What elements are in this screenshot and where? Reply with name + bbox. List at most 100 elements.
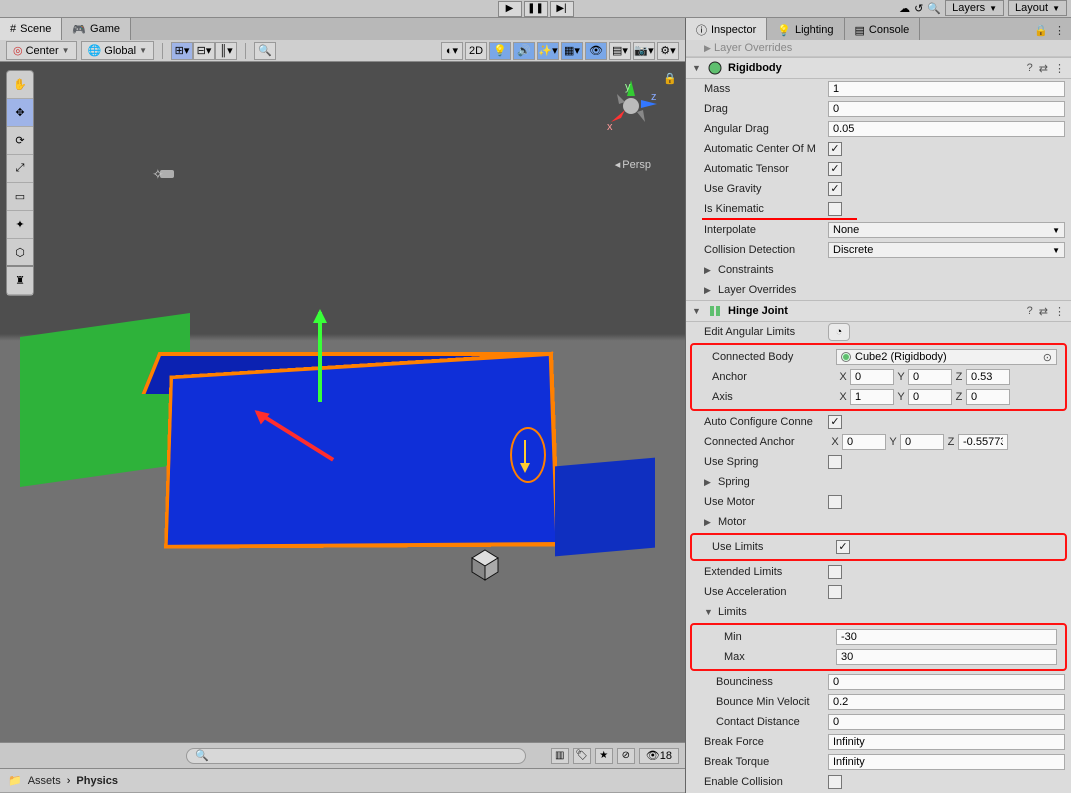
rect-tool[interactable]: ▭ [7,183,33,211]
anchor-y[interactable] [908,369,952,385]
status-btn-1[interactable]: ▥ [551,748,569,764]
fx-toggle[interactable]: ✨▾ [537,42,559,60]
scene-view[interactable]: ✋ ✥ ⟳ ⤢ ▭ ✦ ⬡ ♜ 🔒 y z x ◂ Persp ✧ [0,62,685,742]
kebab-icon[interactable]: ⋮ [1054,24,1065,37]
layout-dropdown[interactable]: Layout ▼ [1008,0,1067,16]
break-torque-field[interactable] [828,754,1065,770]
audio-toggle[interactable]: 🔊 [513,42,535,60]
snap-settings-button[interactable]: ║▾ [215,42,237,60]
rotate-tool[interactable]: ⟳ [7,127,33,155]
status-btn-2[interactable]: 🏷 [573,748,591,764]
history-icon[interactable]: ↺ [914,2,923,15]
mode-2d-button[interactable]: 2D [465,42,487,60]
draw-mode-button[interactable]: ◐▾ [441,42,463,60]
scene-object-green-cube[interactable] [20,313,190,487]
limits-foldout[interactable]: ▼Limits [686,602,1071,622]
hand-tool[interactable]: ✋ [7,71,33,99]
tab-lighting[interactable]: 💡Lighting [767,18,844,42]
tab-inspector[interactable]: ⓘInspector [686,18,767,42]
status-btn-3[interactable]: ★ [595,748,613,764]
conn-anchor-x[interactable] [842,434,886,450]
conn-anchor-z[interactable] [958,434,1008,450]
custom-tool-1[interactable]: ⬡ [7,239,33,267]
breadcrumb-root[interactable]: Assets [28,775,61,787]
use-gravity-checkbox[interactable] [828,182,842,196]
foldout-icon[interactable]: ▼ [692,306,702,316]
move-gizmo-y[interactable] [318,312,322,402]
mass-field[interactable] [828,81,1065,97]
enable-collision-checkbox[interactable] [828,775,842,789]
axis-y[interactable] [908,389,952,405]
contact-distance-field[interactable] [828,714,1065,730]
hingejoint-header[interactable]: ▼ Hinge Joint ? ⇄ ⋮ [686,300,1071,322]
use-motor-checkbox[interactable] [828,495,842,509]
auto-configure-checkbox[interactable] [828,415,842,429]
preset-icon[interactable]: ⇄ [1039,305,1048,318]
camera-button[interactable]: 📷▾ [633,42,655,60]
anchor-z[interactable] [966,369,1010,385]
conn-anchor-y[interactable] [900,434,944,450]
limits-min-field[interactable] [836,629,1057,645]
spring-row[interactable]: ▶Spring [686,472,1071,492]
bounce-min-vel-field[interactable] [828,694,1065,710]
auto-tensor-checkbox[interactable] [828,162,842,176]
is-kinematic-checkbox[interactable] [828,202,842,216]
auto-com-checkbox[interactable] [828,142,842,156]
edit-limits-button[interactable]: ◔ [828,323,850,341]
use-limits-checkbox[interactable] [836,540,850,554]
lock-icon[interactable]: 🔒 [1034,24,1048,37]
constraints-row[interactable]: ▶Constraints [686,260,1071,280]
status-count[interactable]: 👁18 [639,748,679,764]
projection-label[interactable]: ◂ Persp [615,158,651,171]
search-scene-button[interactable]: 🔍 [254,42,276,60]
preset-icon[interactable]: ⇄ [1039,62,1048,75]
pivot-dropdown[interactable]: ◎Center▼ [6,41,77,60]
tab-console[interactable]: ▤Console [845,18,921,42]
tab-game[interactable]: 🎮Game [62,18,131,40]
snap-increment-button[interactable]: ⊟▾ [193,42,215,60]
handle-dropdown[interactable]: 🌐Global▼ [81,41,154,60]
scene-object-selected[interactable] [164,352,560,549]
use-acceleration-checkbox[interactable] [828,585,842,599]
connected-body-field[interactable]: Cube2 (Rigidbody) ⊙ [836,349,1057,365]
gizmo-lock-icon[interactable]: 🔒 [663,72,677,85]
hinge-axis-arrow[interactable] [524,440,526,470]
axis-z[interactable] [966,389,1010,405]
kebab-icon[interactable]: ⋮ [1054,62,1065,75]
visibility-toggle[interactable]: 👁 [585,42,607,60]
collision-dropdown[interactable]: Discrete▼ [828,242,1065,258]
move-tool[interactable]: ✥ [7,99,33,127]
drag-field[interactable] [828,101,1065,117]
anchor-x[interactable] [850,369,894,385]
kebab-icon[interactable]: ⋮ [1054,305,1065,318]
rigidbody-header[interactable]: ▼ Rigidbody ? ⇄ ⋮ [686,57,1071,79]
motor-row[interactable]: ▶Motor [686,512,1071,532]
lighting-toggle[interactable]: 💡 [489,42,511,60]
angular-drag-field[interactable] [828,121,1065,137]
tab-scene[interactable]: #Scene [0,18,62,40]
scale-tool[interactable]: ⤢ [7,155,33,183]
layers-visibility-button[interactable]: ▤▾ [609,42,631,60]
gizmos-button[interactable]: ⚙▾ [657,42,679,60]
help-icon[interactable]: ? [1027,305,1033,318]
extended-limits-checkbox[interactable] [828,565,842,579]
break-force-field[interactable] [828,734,1065,750]
interpolate-dropdown[interactable]: None▼ [828,222,1065,238]
help-icon[interactable]: ? [1027,62,1033,75]
limits-max-field[interactable] [836,649,1057,665]
object-picker-icon[interactable]: ⊙ [1043,351,1052,364]
use-spring-checkbox[interactable] [828,455,842,469]
skybox-toggle[interactable]: ▦▾ [561,42,583,60]
scene-object-blue-cube[interactable] [555,458,655,557]
layers-dropdown[interactable]: Layers ▼ [945,0,1004,16]
grid-snap-button[interactable]: ⊞▾ [171,42,193,60]
bounciness-field[interactable] [828,674,1065,690]
search-global-icon[interactable]: 🔍 [927,2,941,15]
foldout-icon[interactable]: ▼ [692,63,702,73]
orientation-gizmo[interactable]: y z x [601,76,661,136]
cloud-icon[interactable]: ☁ [899,2,910,15]
transform-tool[interactable]: ✦ [7,211,33,239]
step-button[interactable]: ▶| [550,1,574,17]
breadcrumb-folder[interactable]: Physics [76,775,118,787]
pause-button[interactable]: ❚❚ [524,1,548,17]
